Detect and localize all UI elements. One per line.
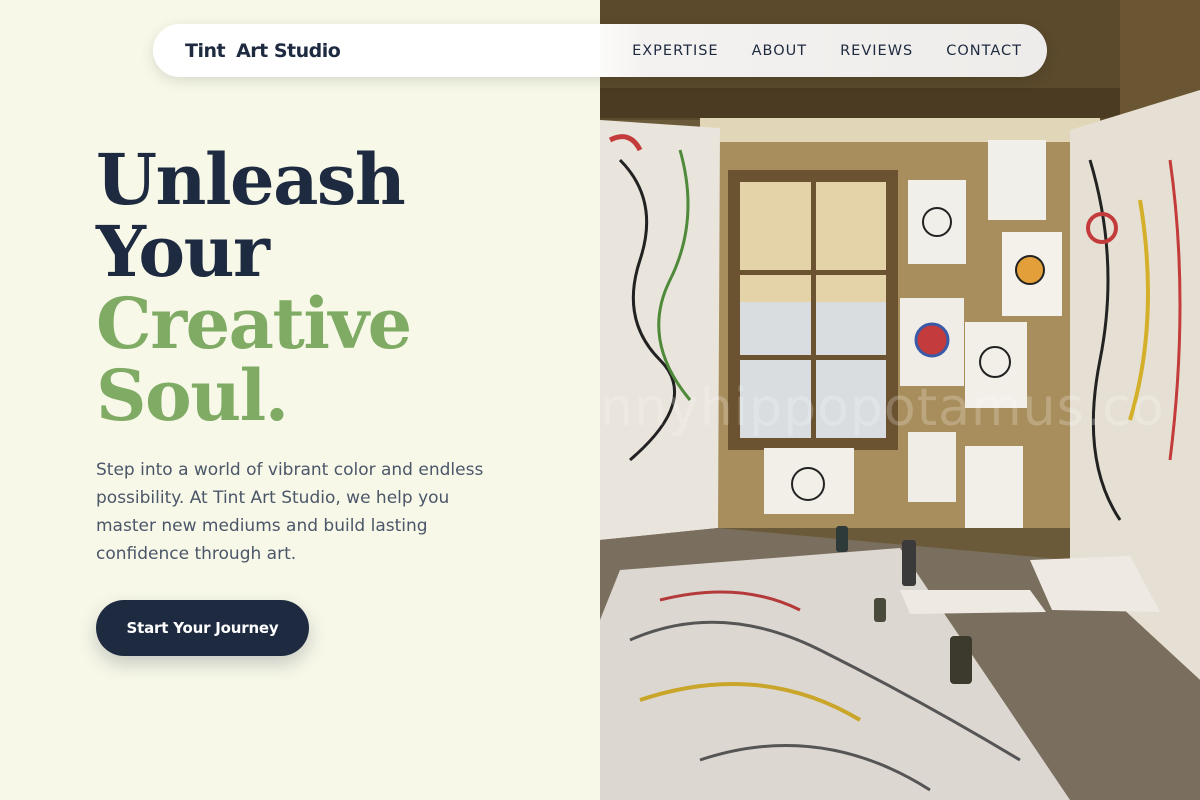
nav-link-expertise[interactable]: EXPERTISE (632, 43, 719, 59)
brand-logo[interactable]: Tint Art Studio (185, 39, 341, 62)
nav-link-about[interactable]: ABOUT (752, 43, 808, 59)
hero-headline: Unleash Your Creative Soul. (96, 138, 412, 437)
nav-link-contact[interactable]: CONTACT (946, 43, 1022, 59)
hero-description: Step into a world of vibrant color and e… (96, 460, 484, 564)
brand-word-art-studio: Art Studio (236, 39, 341, 62)
headline-line-your: Your (96, 210, 270, 293)
headline-line-soul: Soul. (96, 354, 289, 437)
top-navigation: Tint Art Studio EXPERTISE ABOUT REVIEWS C… (153, 24, 1047, 77)
brand-word-tint: Tint (185, 39, 226, 62)
watermark-text: nnyhippopotamus.co (600, 378, 1165, 438)
nav-link-reviews[interactable]: REVIEWS (840, 43, 913, 59)
headline-line-unleash: Unleash (96, 138, 406, 221)
nav-links: EXPERTISE ABOUT REVIEWS CONTACT (632, 43, 1022, 59)
hero-photo: nnyhippopotamus.co (600, 0, 1200, 800)
start-journey-button[interactable]: Start Your Journey (96, 600, 309, 656)
headline-line-creative: Creative (96, 282, 412, 365)
